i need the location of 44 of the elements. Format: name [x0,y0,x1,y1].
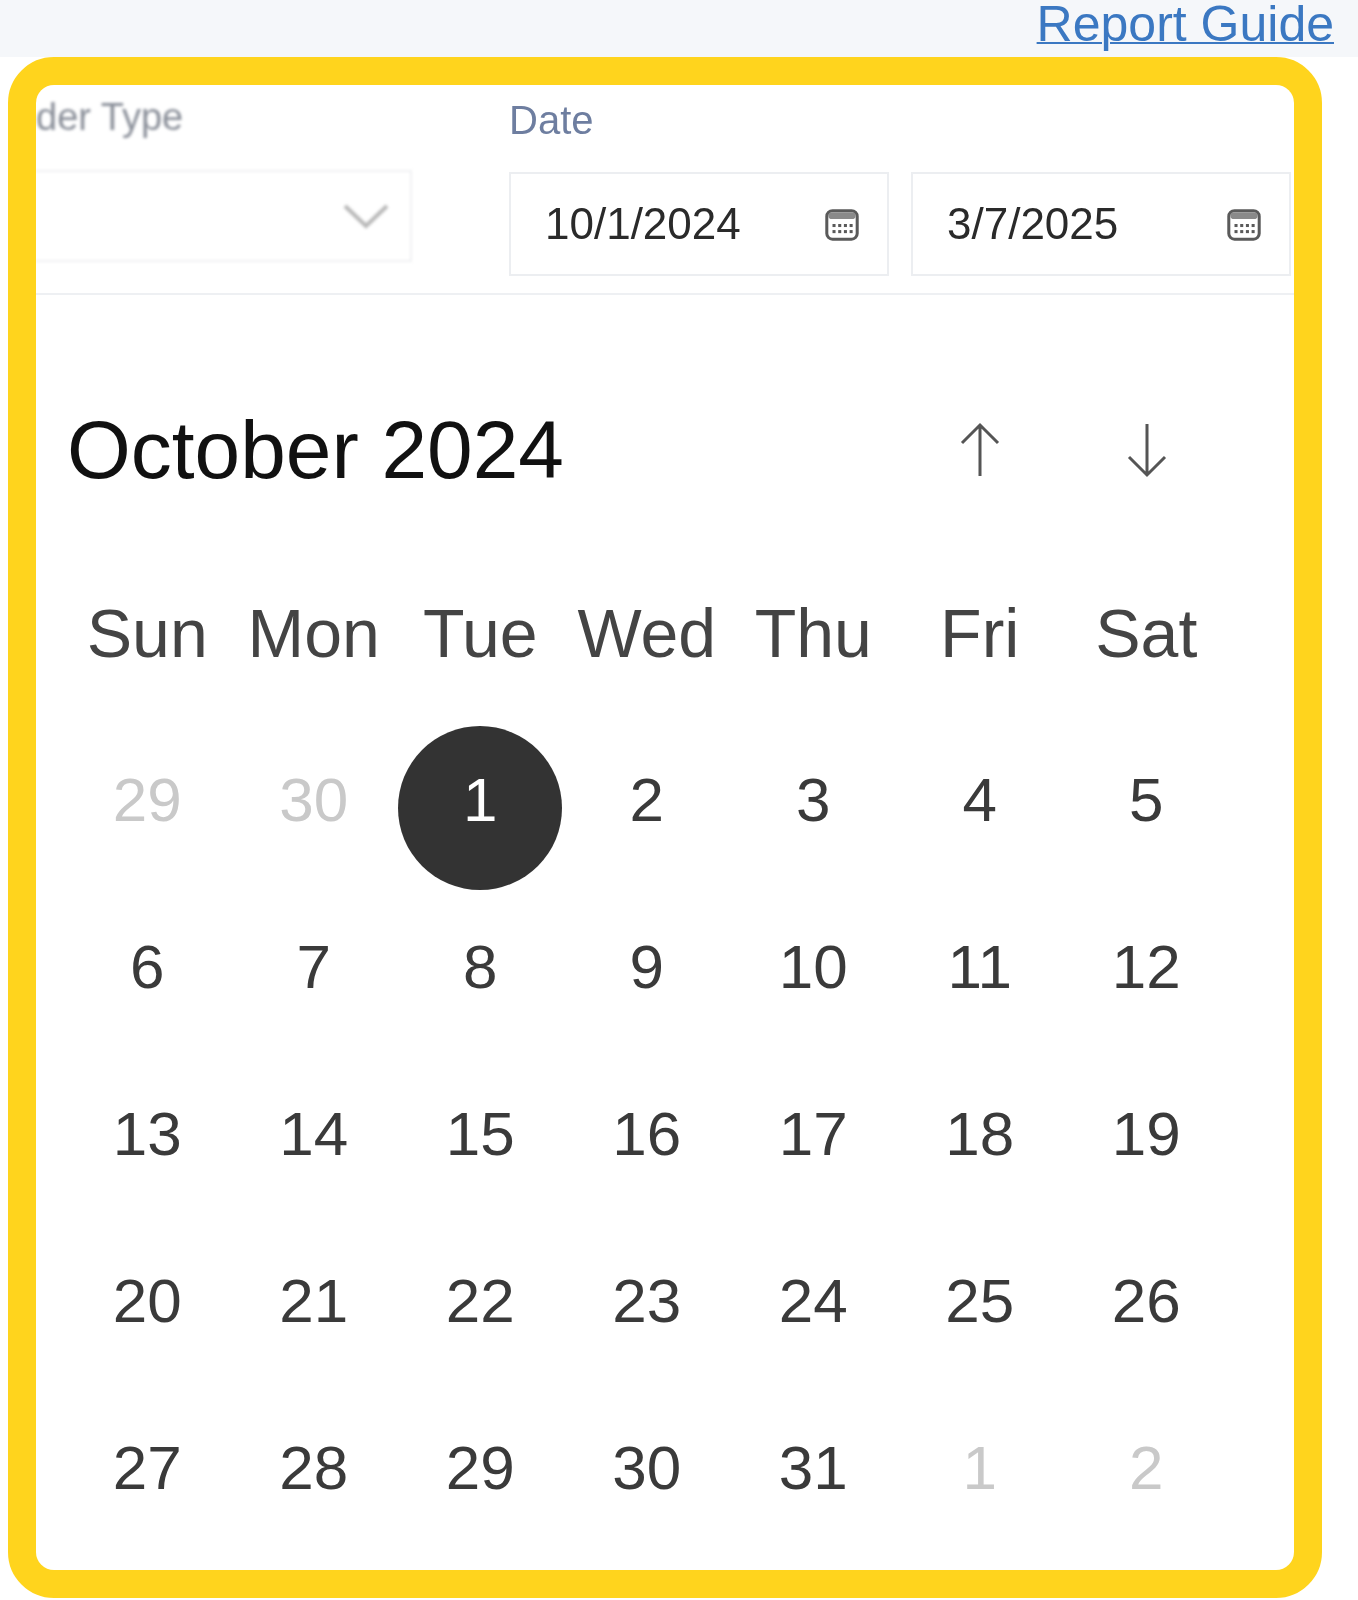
day-cell[interactable]: 6 [124,930,171,1003]
day-cell[interactable]: 18 [939,1097,1021,1170]
day-cell[interactable]: 11 [941,930,1018,1003]
weekday-label: Fri [940,594,1020,672]
day-cell[interactable]: 4 [956,763,1003,836]
dropdown-field[interactable] [36,170,412,262]
day-cell[interactable]: 8 [457,930,504,1003]
day-cell[interactable]: 3 [790,763,837,836]
weekday-label: Wed [577,594,717,672]
day-cell[interactable]: 10 [772,930,854,1003]
day-cell[interactable]: 28 [273,1431,355,1504]
month-title: October 2024 [67,403,564,497]
day-cell[interactable]: 15 [439,1097,521,1170]
day-cell[interactable]: 7 [290,930,337,1003]
day-cell[interactable]: 13 [106,1097,188,1170]
day-cell[interactable]: 2 [623,763,670,836]
day-cell[interactable]: 9 [623,930,670,1003]
day-cell[interactable]: 16 [606,1097,688,1170]
day-cell[interactable]: 19 [1105,1097,1187,1170]
weekday-label: Mon [247,594,380,672]
date-field[interactable]: 3/7/2025 [911,172,1291,276]
field-label: der Type [36,95,184,139]
date-field[interactable]: 10/1/2024 [509,172,889,276]
day-cell[interactable]: 5 [1123,763,1170,836]
day-cell[interactable]: 1 [398,725,563,890]
day-cell[interactable]: 24 [772,1264,854,1337]
day-cell[interactable]: 31 [772,1431,854,1504]
day-cell[interactable]: 26 [1105,1264,1187,1337]
day-cell[interactable]: 21 [273,1264,355,1337]
day-cell[interactable]: 29 [439,1431,521,1504]
day-cell[interactable]: 27 [106,1431,188,1504]
field-label: Date [509,97,594,143]
weekday-label: Sat [1095,594,1198,672]
day-cell[interactable]: 12 [1105,930,1187,1003]
day-cell[interactable]: 25 [939,1264,1021,1337]
weekday-label: Thu [754,594,872,672]
weekday-label: Tue [422,594,538,672]
day-cell[interactable]: 14 [273,1097,355,1170]
day-cell[interactable]: 20 [106,1264,188,1337]
weekday-label: Sun [86,594,208,672]
day-cell[interactable]: 30 [606,1431,688,1504]
day-cell[interactable]: 23 [606,1264,688,1337]
day-cell[interactable]: 17 [772,1097,854,1170]
day-cell[interactable]: 22 [439,1264,521,1337]
